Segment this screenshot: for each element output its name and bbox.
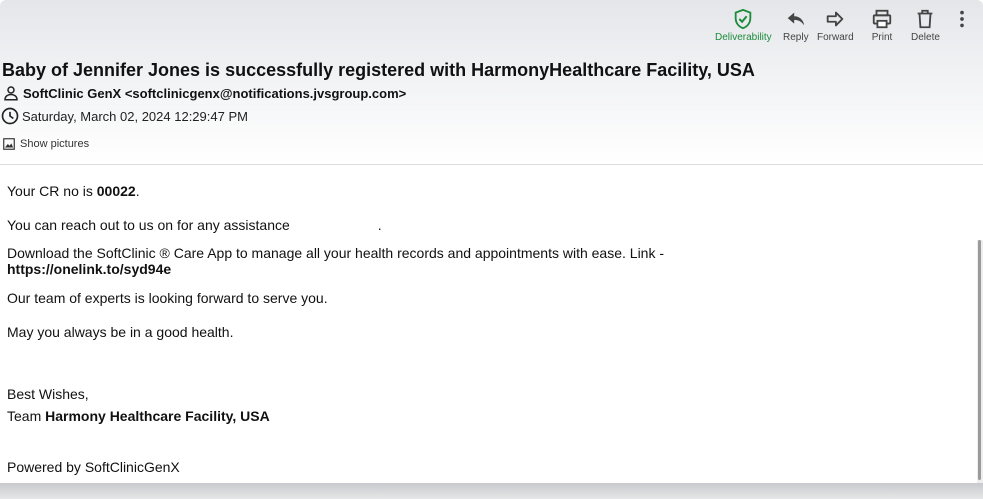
cr-suffix: . bbox=[135, 183, 140, 199]
team-signature: Team Harmony Healthcare Facility, USA bbox=[7, 408, 270, 424]
reply-button[interactable]: Reply bbox=[783, 8, 809, 43]
trash-icon bbox=[918, 9, 933, 29]
more-vertical-icon bbox=[960, 10, 964, 28]
reply-label: Reply bbox=[783, 32, 809, 43]
email-subject: Baby of Jennifer Jones is successfully r… bbox=[2, 60, 755, 80]
deliverability-label: Deliverability bbox=[715, 32, 772, 43]
more-options-button[interactable] bbox=[951, 8, 973, 32]
team-prefix: Team bbox=[7, 408, 46, 424]
powered-by: Powered by SoftClinicGenX bbox=[7, 459, 180, 475]
print-button[interactable]: Print bbox=[871, 8, 893, 43]
download-line: Download the SoftClinic ® Care App to ma… bbox=[7, 245, 665, 261]
print-label: Print bbox=[871, 32, 893, 43]
cr-number: 00022 bbox=[96, 183, 136, 199]
scrollbar[interactable] bbox=[977, 240, 983, 483]
image-icon bbox=[3, 138, 15, 150]
good-health-line: May you always be in a good health. bbox=[7, 324, 234, 340]
email-header: Deliverability Reply Forward Print Delet… bbox=[0, 0, 983, 165]
deliverability-button[interactable]: Deliverability bbox=[715, 8, 772, 43]
email-date: Saturday, March 02, 2024 12:29:47 PM bbox=[22, 108, 248, 124]
team-name: Harmony Healthcare Facility, USA bbox=[45, 408, 270, 424]
bottom-bar bbox=[0, 483, 983, 499]
sender-address: SoftClinic GenX <softclinicgenx@notifica… bbox=[23, 85, 407, 101]
clock-icon bbox=[1, 107, 19, 125]
forward-button[interactable]: Forward bbox=[817, 8, 854, 43]
forward-icon bbox=[827, 11, 844, 27]
shield-check-icon bbox=[735, 8, 752, 30]
cr-line: Your CR no is 00022. bbox=[7, 183, 140, 199]
show-pictures-link[interactable]: Show pictures bbox=[2, 137, 89, 151]
date-row: Saturday, March 02, 2024 12:29:47 PM bbox=[0, 106, 248, 126]
delete-label: Delete bbox=[911, 32, 940, 43]
reach-out-text: You can reach out to us on for any assis… bbox=[7, 217, 290, 233]
sender-row: SoftClinic GenX <softclinicgenx@notifica… bbox=[2, 84, 406, 102]
team-experts-line: Our team of experts is looking forward t… bbox=[7, 290, 328, 306]
person-icon bbox=[4, 86, 18, 101]
forward-label: Forward bbox=[817, 32, 854, 43]
reach-out-line: You can reach out to us on for any assis… bbox=[7, 217, 382, 233]
reply-icon bbox=[787, 12, 805, 26]
best-wishes: Best Wishes, bbox=[7, 386, 89, 402]
delete-button[interactable]: Delete bbox=[911, 8, 940, 43]
app-link[interactable]: https://onelink.to/syd94e bbox=[7, 261, 171, 277]
scrollbar-thumb[interactable] bbox=[978, 240, 981, 480]
printer-icon bbox=[872, 9, 892, 29]
show-pictures-label: Show pictures bbox=[20, 138, 90, 150]
reach-out-dot: . bbox=[377, 217, 382, 233]
cr-prefix: Your CR no is bbox=[7, 183, 97, 199]
